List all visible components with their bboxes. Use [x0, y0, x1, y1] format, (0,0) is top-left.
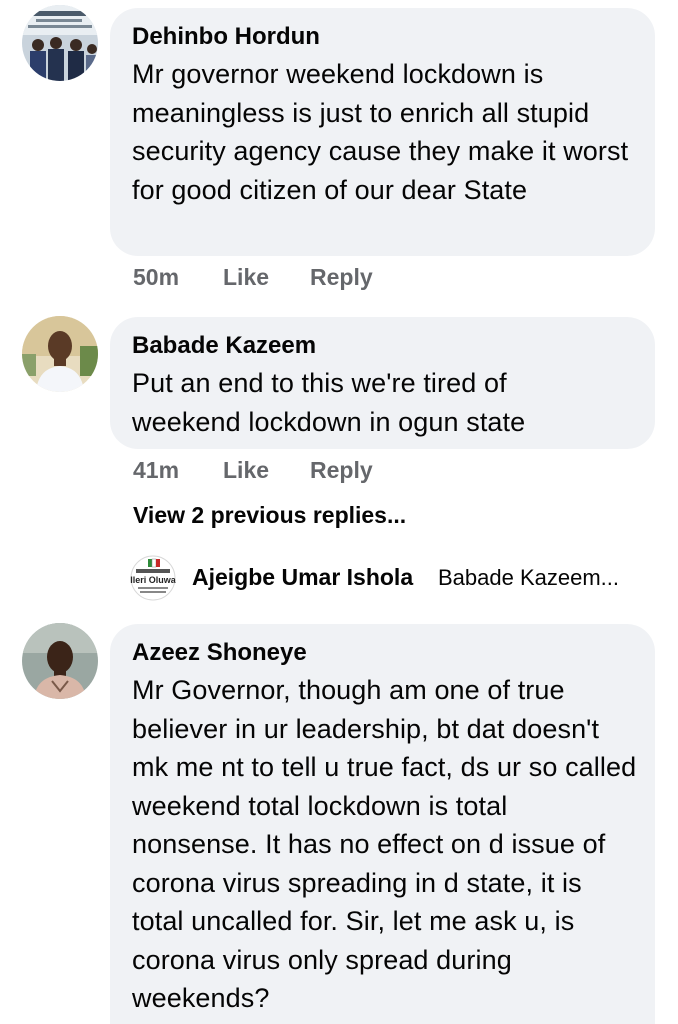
comment-time[interactable]: 41m	[133, 456, 179, 484]
logo-avatar-icon: Ileri Oluwa	[130, 555, 176, 601]
like-button[interactable]: Like	[223, 456, 269, 484]
profile-photo-icon	[22, 316, 98, 392]
view-previous-replies-link[interactable]: View 2 previous replies...	[133, 502, 406, 529]
comment-bubble: Azeez Shoneye Mr Governor, though am one…	[110, 624, 655, 1024]
profile-photo-icon	[22, 623, 98, 699]
comment-time[interactable]: 50m	[133, 263, 179, 291]
comment-author[interactable]: Azeez Shoneye	[132, 638, 633, 668]
reply-button[interactable]: Reply	[310, 263, 373, 291]
svg-text:Ileri Oluwa: Ileri Oluwa	[130, 575, 176, 585]
reply-author[interactable]: Ajeigbe Umar Ishola	[192, 564, 413, 591]
avatar[interactable]	[22, 316, 98, 392]
like-button[interactable]: Like	[223, 263, 269, 291]
comment-author[interactable]: Babade Kazeem	[132, 331, 633, 361]
comment-text: Put an end to this we're tired of weeken…	[132, 368, 526, 437]
reply-button[interactable]: Reply	[310, 456, 373, 484]
avatar[interactable]: Ileri Oluwa	[130, 555, 176, 601]
group-photo-icon	[22, 5, 98, 81]
avatar[interactable]	[22, 623, 98, 699]
comment-text: Mr governor weekend lockdown is meaningl…	[132, 59, 629, 205]
comment-bubble: Dehinbo Hordun Mr governor weekend lockd…	[110, 8, 655, 256]
comment-text: Mr Governor, though am one of true belie…	[132, 675, 637, 1013]
reply-preview[interactable]: Ileri Oluwa Ajeigbe Umar Ishola Babade K…	[130, 555, 660, 601]
reply-snippet: Babade Kazeem...	[438, 565, 620, 590]
comment-bubble: Babade Kazeem Put an end to this we're t…	[110, 317, 655, 449]
comment-author[interactable]: Dehinbo Hordun	[132, 22, 633, 52]
avatar[interactable]	[22, 5, 98, 81]
